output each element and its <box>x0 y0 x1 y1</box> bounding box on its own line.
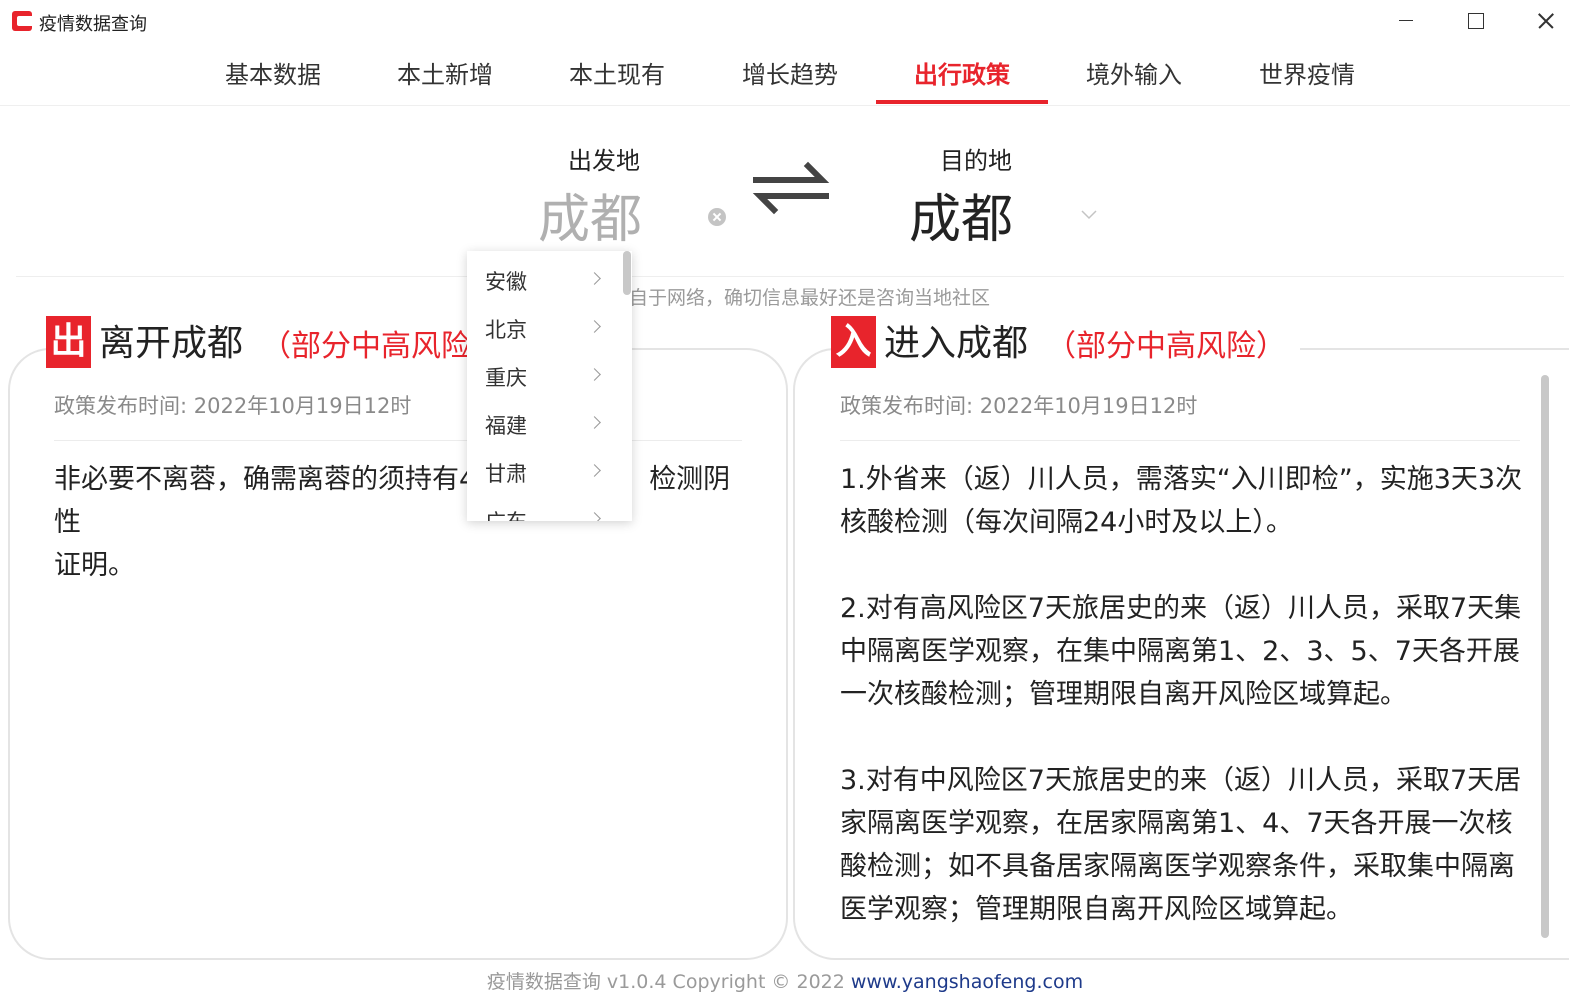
footer-link[interactable]: www.yangshaofeng.com <box>851 971 1083 993</box>
divider <box>16 276 1564 277</box>
leave-policy-time: 政策发布时间: 2022年10月19日12时 <box>54 394 412 418</box>
dropdown-item[interactable]: 甘肃 <box>467 443 632 491</box>
tab-world-epidemic[interactable]: 世界疫情 <box>1221 50 1393 104</box>
tab-growth-trend[interactable]: 增长趋势 <box>704 50 876 104</box>
clear-icon[interactable] <box>708 208 726 226</box>
info-notice: 自于网络，确切信息最好还是咨询当地社区 <box>629 287 991 309</box>
leave-policy-card: 政策发布时间: 2022年10月19日12时 非必要不离蓉，确需离蓉的须持有4 检… <box>8 348 788 960</box>
leave-policy-line: 证明。 <box>54 550 135 581</box>
swap-icon[interactable] <box>752 158 830 218</box>
main-tabs: 基本数据 本土新增 本土现有 增长趋势 出行政策 境外输入 世界疫情 <box>0 50 1570 106</box>
enter-risk-label: （部分中高风险） <box>1046 329 1287 364</box>
policy-paragraph: 1.外省来（返）川人员，需落实“入川即检”，实施3天3次核酸检测（每次间隔24小… <box>840 464 1523 538</box>
tab-local-new[interactable]: 本土新增 <box>359 50 531 104</box>
leave-card-header: 出离开成都 （部分中高风险） <box>46 316 516 372</box>
chevron-down-icon[interactable] <box>1080 205 1098 223</box>
leave-card-title: 离开成都 <box>99 323 244 364</box>
tab-overseas-import[interactable]: 境外输入 <box>1048 50 1220 104</box>
divider <box>54 440 742 441</box>
tab-local-existing[interactable]: 本土现有 <box>531 50 703 104</box>
entry-badge: 入 <box>831 316 876 368</box>
minimize-button[interactable] <box>1370 0 1440 42</box>
dropdown-scrollbar[interactable] <box>623 251 631 295</box>
enter-card-title: 进入成都 <box>884 323 1029 364</box>
dropdown-item[interactable]: 广东 <box>467 491 632 521</box>
chevron-right-icon <box>588 272 601 285</box>
leave-policy-line: 非必要不离蓉，确需离蓉的须持有4 <box>54 464 477 495</box>
province-dropdown: 安徽 北京 重庆 福建 甘肃 广东 <box>467 251 632 521</box>
to-label: 目的地 <box>940 147 1012 175</box>
tab-travel-policy[interactable]: 出行政策 <box>876 50 1048 104</box>
from-label: 出发地 <box>568 147 640 175</box>
leave-risk-label: （部分中高风险） <box>261 329 502 364</box>
from-city-select[interactable]: 成都 <box>538 187 642 253</box>
app-logo-icon <box>12 11 32 31</box>
title-bar: 疫情数据查询 <box>0 0 1570 42</box>
exit-badge: 出 <box>46 316 91 368</box>
dropdown-item[interactable]: 福建 <box>467 395 632 443</box>
enter-policy-time: 政策发布时间: 2022年10月19日12时 <box>840 394 1198 418</box>
footer: 疫情数据查询 v1.0.4 Copyright © 2022 www.yangs… <box>0 967 1570 993</box>
policy-paragraph: 2.对有高风险区7天旅居史的来（返）川人员，采取7天集中隔离医学观察，在集中隔离… <box>840 593 1522 710</box>
chevron-right-icon <box>588 512 601 521</box>
chevron-right-icon <box>588 464 601 477</box>
dropdown-item[interactable]: 重庆 <box>467 347 632 395</box>
tab-basic-data[interactable]: 基本数据 <box>187 50 359 104</box>
chevron-right-icon <box>588 320 601 333</box>
enter-card-header: 入进入成都 （部分中高风险） <box>831 316 1301 372</box>
dropdown-item[interactable]: 北京 <box>467 299 632 347</box>
chevron-right-icon <box>588 416 601 429</box>
maximize-button[interactable] <box>1440 0 1510 42</box>
app-title: 疫情数据查询 <box>39 14 147 35</box>
scrollbar[interactable] <box>1541 375 1549 938</box>
dropdown-item[interactable]: 安徽 <box>467 251 632 299</box>
leave-policy-text: 非必要不离蓉，确需离蓉的须持有4 检测阴性 证明。 <box>54 458 744 587</box>
chevron-right-icon <box>588 368 601 381</box>
enter-policy-text: 1.外省来（返）川人员，需落实“入川即检”，实施3天3次核酸检测（每次间隔24小… <box>840 458 1530 958</box>
to-city-select[interactable]: 成都 <box>909 187 1013 253</box>
divider <box>840 440 1520 441</box>
close-button[interactable] <box>1510 0 1570 42</box>
policy-paragraph: 3.对有中风险区7天旅居史的来（返）川人员，采取7天居家隔离医学观察，在居家隔离… <box>840 765 1522 925</box>
enter-policy-card: 政策发布时间: 2022年10月19日12时 1.外省来（返）川人员，需落实“入… <box>793 348 1569 960</box>
footer-text: 疫情数据查询 v1.0.4 Copyright © 2022 <box>486 971 851 993</box>
